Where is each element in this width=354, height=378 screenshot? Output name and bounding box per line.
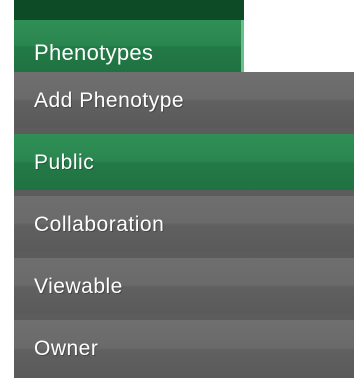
tab-phenotypes[interactable]: Phenotypes bbox=[14, 20, 244, 72]
menu-item-owner[interactable]: Owner bbox=[14, 320, 354, 378]
menu-item-label: Viewable bbox=[34, 275, 123, 298]
menu-item-label: Public bbox=[34, 151, 95, 174]
menu-item-label: Add Phenotype bbox=[34, 89, 185, 112]
menu-item-public[interactable]: Public bbox=[14, 134, 354, 190]
phenotypes-menu-frame: Phenotypes Add Phenotype Public Collabor… bbox=[0, 0, 354, 378]
nav-top-bar bbox=[14, 0, 244, 20]
phenotypes-dropdown-menu: Add Phenotype Public Collaboration Viewa… bbox=[14, 72, 354, 378]
menu-item-add-phenotype[interactable]: Add Phenotype bbox=[14, 72, 354, 128]
menu-item-collaboration[interactable]: Collaboration bbox=[14, 196, 354, 252]
menu-item-label: Collaboration bbox=[34, 213, 165, 236]
tab-phenotypes-label: Phenotypes bbox=[34, 40, 154, 65]
menu-item-viewable[interactable]: Viewable bbox=[14, 258, 354, 314]
menu-item-label: Owner bbox=[34, 337, 99, 360]
